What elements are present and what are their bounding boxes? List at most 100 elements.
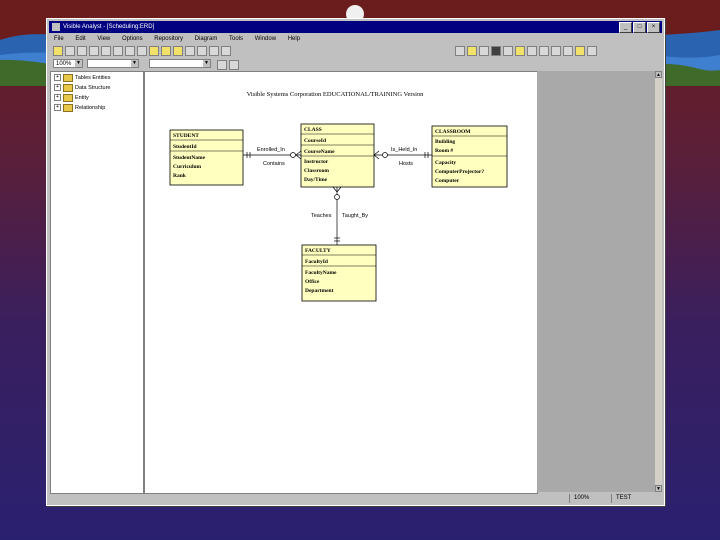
repository-icon[interactable]	[455, 46, 465, 56]
tree-item-label: Data Structure	[75, 84, 111, 91]
window-title: Visible Analyst - [Scheduling:ERD]	[63, 24, 155, 30]
entity-pk: FacultyId	[305, 259, 328, 265]
format-toolbar: 100% ▼ ▼ ▼	[49, 58, 662, 70]
line-tool-icon[interactable]	[197, 46, 207, 56]
relation-label: Taught_By	[342, 213, 368, 219]
scroll-up-icon[interactable]: ▲	[655, 71, 662, 78]
erd-diagram: Visible Systems Corporation EDUCATIONAL/…	[169, 91, 508, 302]
menu-repository[interactable]: Repository	[154, 36, 183, 42]
layout-icon[interactable]	[491, 46, 501, 56]
entity-name: CLASS	[304, 127, 322, 133]
entity-faculty[interactable]: FACULTY FacultyId FacultyName Office Dep…	[301, 244, 377, 302]
grid-icon[interactable]	[515, 46, 525, 56]
menu-window[interactable]: Window	[255, 36, 276, 42]
tree-item-tables-entities[interactable]: + Tables Entities	[54, 73, 143, 82]
folder-icon	[63, 73, 73, 82]
relation-tool-icon[interactable]	[185, 46, 195, 56]
entity-attr: FacultyName	[305, 270, 337, 276]
folder-icon	[63, 93, 73, 102]
copy-icon[interactable]	[113, 46, 123, 56]
new-icon[interactable]	[53, 46, 63, 56]
repository-tree: + Tables Entities + Data Structure + Ent…	[50, 71, 144, 494]
entity-pk: Room #	[435, 148, 453, 154]
app-window: Visible Analyst - [Scheduling:ERD] _ □ ×…	[46, 18, 665, 506]
diagram-icon[interactable]	[467, 46, 477, 56]
tree-item-data-structure[interactable]: + Data Structure	[54, 83, 143, 92]
associative-entity-icon[interactable]	[161, 46, 171, 56]
diagram-select[interactable]: ▼	[87, 59, 139, 68]
entity-attr: Rank	[173, 173, 187, 179]
italic-icon[interactable]	[229, 60, 239, 70]
diagram-canvas[interactable]: Visible Systems Corporation EDUCATIONAL/…	[144, 71, 538, 494]
entity-class[interactable]: CLASS CourseId CourseName Instructor Cla…	[300, 123, 375, 188]
menu-options[interactable]: Options	[122, 36, 143, 42]
tool-icon[interactable]	[479, 46, 489, 56]
tree-item-relationship[interactable]: + Relationship	[54, 103, 143, 112]
scroll-down-icon[interactable]: ▼	[655, 485, 662, 492]
vertical-scrollbar[interactable]: ▲ ▼	[655, 71, 662, 492]
relation-label: Teaches	[311, 213, 332, 219]
zoom-icon[interactable]	[527, 46, 537, 56]
report-icon[interactable]	[503, 46, 513, 56]
expand-icon[interactable]: +	[54, 84, 61, 91]
relationship-class-faculty[interactable]: Teaches Taught_By	[311, 186, 368, 245]
title-bar: Visible Analyst - [Scheduling:ERD] _ □ ×	[49, 21, 662, 33]
tree-item-label: Tables Entities	[75, 74, 111, 81]
menu-diagram[interactable]: Diagram	[195, 36, 218, 42]
open-icon[interactable]	[65, 46, 75, 56]
text-tool-icon[interactable]	[221, 46, 231, 56]
paste-icon[interactable]	[125, 46, 135, 56]
maximize-button[interactable]: □	[633, 22, 646, 33]
entity-attr: Day/Time	[304, 177, 328, 183]
menu-tools[interactable]: Tools	[229, 36, 243, 42]
save-icon[interactable]	[77, 46, 87, 56]
entity-name: STUDENT	[173, 133, 199, 139]
pointer-icon[interactable]	[137, 46, 147, 56]
zoom-select[interactable]: 100% ▼	[53, 59, 83, 68]
entity-name: CLASSROOM	[435, 129, 471, 135]
chevron-down-icon[interactable]: ▼	[131, 60, 138, 67]
minimize-button[interactable]: _	[619, 22, 632, 33]
menu-view[interactable]: View	[97, 36, 110, 42]
cut-icon[interactable]	[101, 46, 111, 56]
workspace-background	[537, 71, 655, 492]
expand-icon[interactable]: +	[54, 104, 61, 111]
chevron-down-icon[interactable]: ▼	[75, 60, 82, 67]
attributive-entity-icon[interactable]	[173, 46, 183, 56]
object-select[interactable]: ▼	[149, 59, 211, 68]
connector-tool-icon[interactable]	[209, 46, 219, 56]
folder-icon[interactable]	[575, 46, 585, 56]
entity-name: FACULTY	[305, 248, 331, 254]
tree-item-entity[interactable]: + Entity	[54, 93, 143, 102]
chevron-down-icon[interactable]: ▼	[203, 60, 210, 67]
status-mode: TEST	[611, 494, 662, 503]
window-icon[interactable]	[563, 46, 573, 56]
diagram-title: Visible Systems Corporation EDUCATIONAL/…	[247, 91, 425, 98]
entity-attr: Classroom	[304, 168, 329, 174]
tree-item-label: Relationship	[75, 104, 106, 111]
relation-label: Hosts	[399, 161, 413, 167]
expand-icon[interactable]: +	[54, 74, 61, 81]
menu-help[interactable]: Help	[288, 36, 300, 42]
help-icon[interactable]	[587, 46, 597, 56]
close-button[interactable]: ×	[647, 22, 660, 33]
app-icon	[52, 23, 60, 31]
print-icon[interactable]	[89, 46, 99, 56]
relation-label: Contains	[263, 161, 285, 167]
settings-icon[interactable]	[551, 46, 561, 56]
zoom-value: 100%	[56, 61, 72, 67]
tree-item-label: Entity	[75, 94, 89, 101]
main-toolbar	[49, 45, 662, 57]
menu-edit[interactable]: Edit	[75, 36, 85, 42]
entity-student[interactable]: STUDENT StudentId StudentName Curriculum…	[169, 129, 244, 186]
expand-icon[interactable]: +	[54, 94, 61, 101]
bold-icon[interactable]	[217, 60, 227, 70]
relationship-class-classroom[interactable]: Is_Held_In Hosts	[373, 147, 432, 167]
entity-classroom[interactable]: CLASSROOM Building Room # Capacity Compu…	[431, 125, 508, 188]
menu-file[interactable]: File	[54, 36, 64, 42]
entity-attr: StudentName	[173, 155, 206, 161]
refresh-icon[interactable]	[539, 46, 549, 56]
entity-attr: ComputerProjector?	[435, 169, 484, 175]
relationship-student-class[interactable]: Enrolled_In Contains	[243, 147, 302, 167]
entity-tool-icon[interactable]	[149, 46, 159, 56]
